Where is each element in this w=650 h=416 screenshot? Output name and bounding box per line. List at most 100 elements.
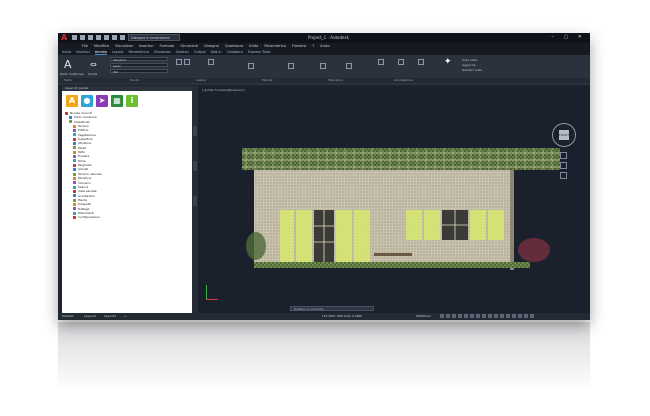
layer-icon — [73, 163, 76, 167]
polar-toggle-icon[interactable] — [458, 314, 462, 318]
palette-tab[interactable] — [193, 161, 197, 171]
ribbon-right-item[interactable]: Gestisci viste — [462, 68, 482, 72]
layer-icon — [73, 142, 76, 146]
palette-tab[interactable] — [193, 196, 197, 206]
selection-cycling-icon[interactable] — [488, 314, 492, 318]
markup-icon[interactable] — [208, 59, 214, 65]
otrack-toggle-icon[interactable] — [470, 314, 474, 318]
layer-icon — [65, 111, 68, 115]
point-cloud-scan — [242, 148, 560, 270]
title-bar: A Disegno e annotazioni Project_1 - Auto… — [58, 33, 590, 43]
new-file-icon[interactable] — [72, 35, 77, 40]
layer-combo[interactable]: Layer — [110, 63, 168, 68]
layout-tab-model[interactable]: Modello — [62, 313, 74, 320]
customization-icon[interactable] — [524, 314, 528, 318]
window-title: Project_1 - Autodesk — [308, 35, 349, 40]
ribbon-panel-title[interactable]: Leader — [190, 78, 256, 83]
shrub — [246, 232, 266, 260]
leader-icon[interactable] — [184, 59, 190, 65]
window-controls[interactable]: – ▢ ✕ — [551, 34, 586, 40]
view-tool-icon[interactable]: ✦ — [444, 57, 452, 67]
grid-icon[interactable]: ▦ — [111, 95, 123, 107]
undo-icon[interactable] — [112, 35, 117, 40]
ortho-toggle-icon[interactable] — [452, 314, 456, 318]
pan-icon[interactable] — [560, 152, 567, 159]
command-line[interactable]: Digitare un comando — [290, 306, 374, 311]
open-file-icon[interactable] — [80, 35, 85, 40]
model-space-toggle[interactable]: MODELLO — [416, 313, 431, 320]
ribbon-panel-title[interactable]: Marcature — [322, 78, 388, 83]
lineweight-toggle-icon[interactable] — [476, 314, 480, 318]
save-as-icon[interactable] — [96, 35, 101, 40]
app-logo: A — [61, 33, 68, 42]
print-icon[interactable] — [104, 35, 109, 40]
centerline-icon[interactable] — [248, 63, 254, 69]
ucs-x-axis — [206, 299, 218, 300]
navigation-bar — [560, 152, 567, 182]
text-style-combo[interactable]: Standard — [110, 57, 168, 62]
add-layout-icon[interactable]: + — [124, 313, 127, 320]
layout-tab-2[interactable]: Layout2 — [104, 313, 116, 320]
ribbon-panel-title[interactable]: Quote — [124, 78, 190, 83]
view-cube-face[interactable]: FRONTALE — [559, 130, 575, 140]
palette-tab[interactable] — [193, 126, 197, 136]
view-cube[interactable]: FRONTALE — [552, 123, 576, 147]
workspace-selector[interactable]: Disegno e annotazioni — [128, 34, 180, 41]
redo-icon[interactable] — [120, 35, 125, 40]
layer-icon — [69, 120, 72, 124]
clean-screen-icon[interactable] — [518, 314, 522, 318]
orbit-icon[interactable] — [560, 172, 567, 179]
isolate-objects-icon[interactable] — [506, 314, 510, 318]
text-icon[interactable]: A — [64, 58, 72, 71]
detail-icon[interactable] — [418, 59, 424, 65]
hardware-acceleration-icon[interactable] — [512, 314, 516, 318]
drawing-viewport[interactable]: [-][Vista frontale][Realistico] FRONTALE — [198, 86, 590, 313]
elevation-icon[interactable] — [398, 59, 404, 65]
hamburger-menu-icon[interactable] — [530, 314, 534, 318]
osnap-toggle-icon[interactable] — [464, 314, 468, 318]
dimension-icon[interactable]: ⇔ — [90, 60, 97, 69]
layer-icon — [73, 207, 76, 211]
layer-icon — [73, 181, 76, 185]
status-toggles — [440, 314, 534, 318]
globe-icon[interactable]: ● — [81, 95, 93, 107]
tree-item[interactable]: Configurazione — [65, 215, 189, 219]
layer-icon — [73, 189, 76, 193]
ribbon-right-item[interactable]: Aggiorna — [462, 63, 475, 67]
ribbon-panel-title[interactable]: Tabelle — [256, 78, 322, 83]
section-icon[interactable] — [378, 59, 384, 65]
text-tool-icon[interactable]: A — [66, 95, 78, 107]
save-icon[interactable] — [88, 35, 93, 40]
palette-toolbar: A ● ➤ ▦ i — [66, 95, 138, 107]
layer-tree: Nuvola di punti Punti scansione Classifica… — [65, 111, 189, 220]
ribbon-right-item[interactable]: Crea vista — [462, 58, 477, 62]
measure-icon[interactable] — [346, 63, 352, 69]
layer-icon — [73, 146, 76, 150]
snap-toggle-icon[interactable] — [446, 314, 450, 318]
ucs-y-axis — [206, 285, 207, 299]
workspace-switch-icon[interactable] — [500, 314, 504, 318]
layer-icon — [73, 215, 76, 219]
hatch-icon[interactable] — [288, 63, 294, 69]
table-icon[interactable] — [176, 59, 182, 65]
layer-icon — [73, 185, 76, 189]
coordinate-readout: 123.4567, 890.1234, 0.0000 — [322, 314, 363, 318]
layer-icon — [73, 194, 76, 198]
annotation-scale-combo[interactable]: ISO — [110, 69, 168, 74]
pergola-post — [510, 170, 514, 270]
transparency-toggle-icon[interactable] — [482, 314, 486, 318]
zoom-icon[interactable] — [560, 162, 567, 169]
annotation-scale-icon[interactable] — [494, 314, 498, 318]
layer-icon — [73, 198, 76, 202]
ribbon-panel-title[interactable]: Annotazione — [388, 78, 454, 83]
ground-vegetation — [254, 262, 530, 268]
app-window: A Disegno e annotazioni Project_1 - Auto… — [58, 33, 590, 320]
info-icon[interactable]: i — [126, 95, 138, 107]
tree-item-label: Configurazione — [78, 215, 100, 220]
layer-icon — [73, 176, 76, 180]
ribbon-panel-title[interactable]: Testo — [58, 78, 124, 83]
grid-toggle-icon[interactable] — [440, 314, 444, 318]
pointer-icon[interactable]: ➤ — [96, 95, 108, 107]
region-icon[interactable] — [320, 63, 326, 69]
layout-tab-1[interactable]: Layout1 — [84, 313, 96, 320]
